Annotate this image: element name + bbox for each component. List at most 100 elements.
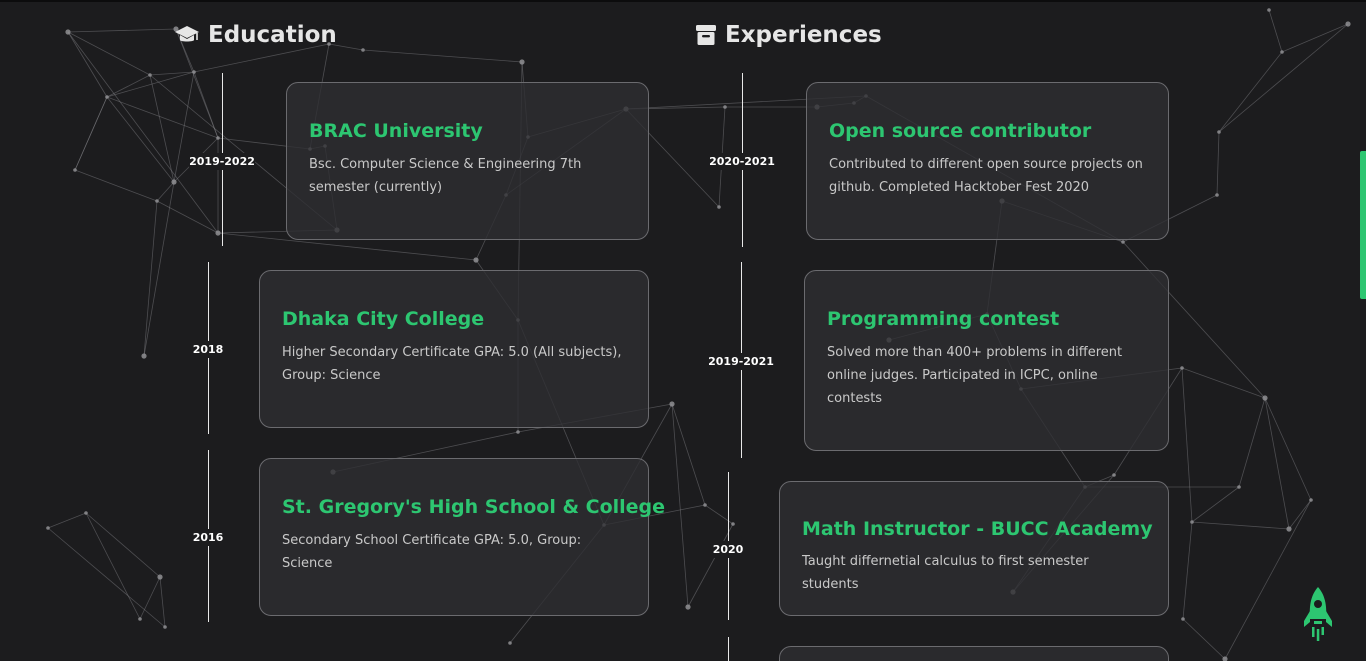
network-node [1262, 395, 1268, 401]
experience-timeline-line [728, 637, 729, 661]
network-node [1267, 8, 1271, 12]
network-edge [106, 74, 151, 98]
network-edge [193, 43, 330, 73]
network-edge [362, 49, 523, 63]
network-edge [1238, 397, 1266, 488]
network-node [1345, 21, 1351, 27]
network-node [703, 503, 707, 507]
network-edge [1264, 397, 1312, 501]
timeline-page: Education Experiences 2019-2022 2018 201… [0, 0, 1366, 661]
network-node [1215, 193, 1219, 197]
education-card-description: Bsc. Computer Science & Engineering 7th … [309, 157, 582, 195]
network-edge [1181, 367, 1193, 523]
rocket-icon[interactable] [1300, 585, 1336, 647]
network-edge [149, 74, 175, 183]
network-edge [1264, 397, 1290, 530]
experience-card [779, 646, 1169, 661]
network-edge [1182, 521, 1193, 620]
network-edge [156, 181, 175, 202]
network-edge [1288, 499, 1312, 530]
network-edge [1181, 367, 1266, 399]
network-node [216, 136, 220, 140]
education-year: 2019-2022 [189, 153, 255, 170]
network-node [731, 522, 735, 526]
network-node [1190, 520, 1194, 524]
network-node [1237, 485, 1241, 489]
network-edge [1218, 51, 1283, 133]
network-node [685, 604, 691, 610]
experience-card-title: Programming contest [827, 308, 1060, 330]
education-card: Dhaka City College Higher Secondary Cert… [259, 270, 649, 428]
network-node [155, 199, 159, 203]
network-edge [85, 512, 141, 620]
network-node [141, 353, 147, 359]
experiences-title: Experiences [725, 22, 882, 48]
network-node [519, 59, 525, 65]
back-to-top-button[interactable] [1300, 585, 1336, 647]
network-node [1180, 366, 1184, 370]
network-edge [1281, 23, 1349, 53]
network-edge [143, 181, 175, 357]
network-node [65, 29, 71, 35]
experience-year: 2020 [712, 541, 744, 558]
network-edge [67, 28, 177, 33]
experience-card-description: Taught differnetial calculus to first se… [802, 554, 1089, 592]
network-node [1217, 130, 1221, 134]
network-node [84, 511, 88, 515]
network-edge [85, 512, 161, 578]
network-node [1121, 240, 1125, 244]
network-edge [1191, 521, 1290, 530]
experiences-heading: Experiences [695, 22, 882, 48]
network-node [105, 95, 109, 99]
network-edge [1218, 23, 1349, 133]
education-card-description: Secondary School Certificate GPA: 5.0, G… [282, 533, 582, 571]
network-node [473, 257, 479, 263]
education-heading: Education [174, 22, 337, 48]
network-edge [143, 200, 158, 357]
education-year: 2016 [192, 529, 224, 546]
archive-box-icon [696, 25, 716, 45]
network-edge [67, 31, 151, 76]
network-node [73, 168, 77, 172]
network-node [171, 179, 177, 185]
experience-card: Open source contributor Contributed to d… [806, 82, 1169, 240]
network-edge [1191, 486, 1240, 523]
network-edge [671, 403, 706, 506]
graduation-cap-icon [175, 26, 199, 42]
network-node [1280, 50, 1284, 54]
network-node [192, 70, 196, 74]
network-node [723, 105, 727, 109]
network-edge [67, 31, 108, 98]
education-title: Education [208, 22, 337, 48]
network-node [669, 401, 675, 407]
education-card-title: Dhaka City College [282, 308, 485, 330]
network-edge [74, 169, 158, 202]
network-edge [159, 576, 166, 628]
network-edge [149, 71, 195, 76]
education-card-title: BRAC University [309, 120, 483, 142]
network-node [508, 641, 512, 645]
experience-year: 2020-2021 [709, 153, 775, 170]
network-edge [106, 71, 195, 98]
education-card: St. Gregory's High School & College Seco… [259, 458, 666, 616]
network-edge [1216, 131, 1220, 196]
network-node [157, 574, 163, 580]
scroll-indicator[interactable] [1360, 151, 1366, 299]
network-edge [687, 523, 734, 608]
network-node [148, 73, 152, 77]
network-node [1112, 473, 1116, 477]
network-node [46, 526, 50, 530]
network-node [1222, 656, 1228, 661]
education-card-title: St. Gregory's High School & College [282, 496, 666, 518]
network-node [361, 48, 365, 52]
network-edge [1268, 9, 1283, 53]
education-year: 2018 [192, 341, 224, 358]
experience-card-description: Solved more than 400+ problems in differ… [827, 345, 1123, 406]
network-edge [47, 527, 166, 628]
network-node [717, 205, 721, 209]
network-edge [139, 576, 161, 620]
experience-card: Programming contest Solved more than 400… [804, 270, 1169, 451]
network-node [516, 430, 520, 434]
network-edge [1224, 499, 1312, 660]
education-card-description: Higher Secondary Certificate GPA: 5.0 (A… [282, 345, 622, 383]
